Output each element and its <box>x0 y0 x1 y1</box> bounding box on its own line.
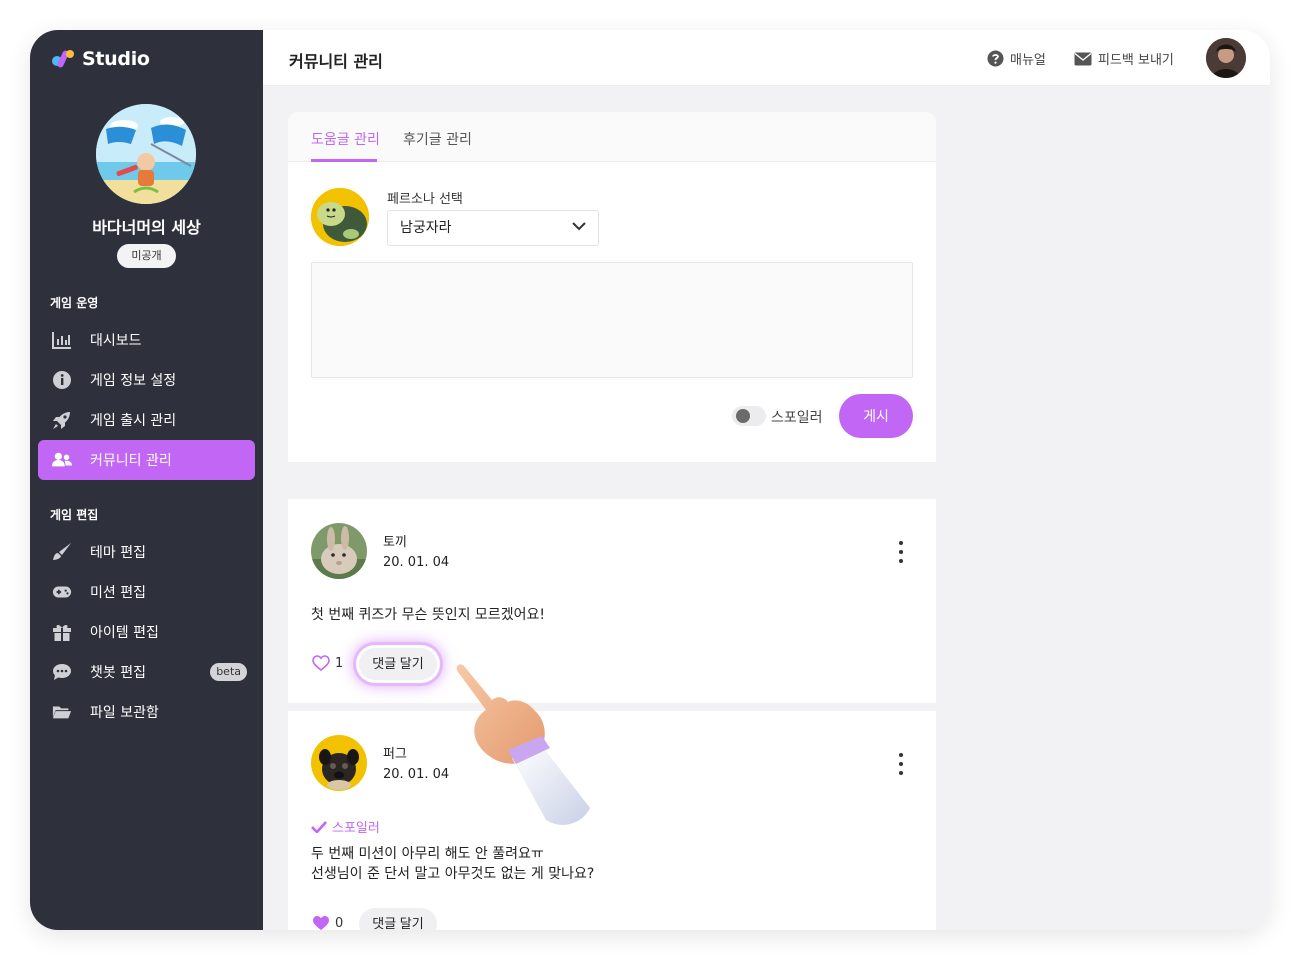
info-icon <box>52 370 72 390</box>
sidebar-item-theme[interactable]: 테마 편집 <box>38 532 255 572</box>
users-icon <box>52 450 72 470</box>
game-thumbnail[interactable] <box>96 104 196 204</box>
post-body-line: 첫 번째 퀴즈가 무슨 뜻인지 모르겠어요! <box>311 607 545 623</box>
post-card: 토끼 20. 01. 04 첫 번째 퀴즈가 무슨 뜻인지 모르겠어요! 1 댓… <box>288 499 936 703</box>
sidebar-item-community[interactable]: 커뮤니티 관리 <box>38 440 255 480</box>
more-options-icon[interactable] <box>896 541 906 563</box>
pointing-hand-icon <box>456 664 590 825</box>
gift-icon <box>52 622 72 642</box>
rabbit-image <box>311 523 367 579</box>
envelope-icon <box>1074 52 1092 65</box>
brush-icon <box>52 542 72 562</box>
chat-icon <box>52 662 72 682</box>
heart-outline-icon[interactable] <box>312 655 330 671</box>
sidebar-item-label: 파일 보관함 <box>90 705 159 721</box>
like-count: 1 <box>335 656 344 671</box>
manual-link[interactable]: 매뉴얼 <box>987 49 1046 68</box>
tab-bar: 도움글 관리 후기글 관리 <box>288 112 936 162</box>
author-avatar <box>311 735 367 791</box>
post-card: 퍼그 20. 01. 04 스포일러 두 번째 미션이 아무리 해도 안 풀려요… <box>288 711 936 930</box>
post-body-line: 선생님이 준 단서 말고 아무것도 없는 게 맞나요? <box>311 866 595 882</box>
sidebar-item-label: 대시보드 <box>90 333 142 349</box>
feedback-link[interactable]: 피드백 보내기 <box>1074 49 1174 68</box>
beta-badge: beta <box>210 663 247 681</box>
post-date: 20. 01. 04 <box>383 555 450 570</box>
chevron-down-icon <box>572 222 586 231</box>
post-author: 토끼 <box>383 535 407 550</box>
spoiler-tag: 스포일러 <box>311 817 380 836</box>
toggle-knob <box>736 409 750 423</box>
post-textarea[interactable] <box>311 262 913 378</box>
sidebar: Studio 바다너머의 세상 미공개 게임 운영 대시보드 게임 정보 설정 … <box>30 30 263 930</box>
sidebar-item-label: 미션 편집 <box>90 585 146 601</box>
sidebar-item-files[interactable]: 파일 보관함 <box>38 692 255 732</box>
feedback-label: 피드백 보내기 <box>1098 53 1174 68</box>
post-composer: 페르소나 선택 남궁자라 스포일러 게시 <box>288 162 936 462</box>
gamepad-icon <box>52 582 72 602</box>
game-name: 바다너머의 세상 <box>92 218 201 237</box>
persona-avatar <box>311 188 369 246</box>
sidebar-item-chatbot[interactable]: 챗봇 편집 beta <box>38 652 255 692</box>
check-icon <box>311 820 327 833</box>
heart-filled-icon[interactable] <box>312 915 330 930</box>
post-body-line: 두 번째 미션이 아무리 해도 안 풀려요ㅠ <box>311 846 544 862</box>
post-author: 퍼그 <box>383 747 407 762</box>
more-options-icon[interactable] <box>896 753 906 775</box>
user-avatar[interactable] <box>1206 38 1246 78</box>
app-window: Studio 바다너머의 세상 미공개 게임 운영 대시보드 게임 정보 설정 … <box>30 30 1270 930</box>
like-count: 0 <box>335 916 344 930</box>
post-date: 20. 01. 04 <box>383 767 450 782</box>
post-button[interactable]: 게시 <box>839 394 913 438</box>
studio-logo[interactable]: Studio <box>50 46 150 72</box>
bar-chart-icon <box>52 330 72 350</box>
sidebar-item-mission[interactable]: 미션 편집 <box>38 572 255 612</box>
visibility-badge: 미공개 <box>117 244 176 268</box>
top-bar: 커뮤니티 관리 매뉴얼 피드백 보내기 <box>263 30 1270 86</box>
sidebar-item-label: 게임 출시 관리 <box>90 413 177 429</box>
sidebar-item-dashboard[interactable]: 대시보드 <box>38 320 255 360</box>
section-title-operation: 게임 운영 <box>50 296 99 310</box>
pug-image <box>311 735 367 791</box>
persona-select[interactable]: 남궁자라 <box>387 210 599 246</box>
sidebar-item-release[interactable]: 게임 출시 관리 <box>38 400 255 440</box>
tab-review-posts[interactable]: 후기글 관리 <box>403 129 472 149</box>
spoiler-tag-label: 스포일러 <box>332 821 380 836</box>
spoiler-toggle-label: 스포일러 <box>771 410 823 426</box>
folder-icon <box>52 702 72 722</box>
reply-button[interactable]: 댓글 달기 <box>359 648 437 680</box>
sidebar-item-label: 아이템 편집 <box>90 625 159 641</box>
author-avatar <box>311 523 367 579</box>
spoiler-toggle[interactable] <box>732 406 766 426</box>
help-icon <box>987 50 1004 67</box>
sidebar-item-label: 게임 정보 설정 <box>90 373 177 389</box>
persona-selected-value: 남궁자라 <box>400 220 452 236</box>
logo-text: Studio <box>82 48 150 70</box>
turtle-image <box>311 188 369 246</box>
sidebar-item-label: 테마 편집 <box>90 545 146 561</box>
manual-label: 매뉴얼 <box>1010 53 1046 68</box>
user-photo <box>1206 38 1246 78</box>
persona-label: 페르소나 선택 <box>387 192 463 207</box>
sidebar-item-game-info[interactable]: 게임 정보 설정 <box>38 360 255 400</box>
section-title-editing: 게임 편집 <box>50 508 99 522</box>
sidebar-item-label: 커뮤니티 관리 <box>90 453 172 469</box>
community-card: 도움글 관리 후기글 관리 페르소나 선택 남궁자라 스포일러 게시 토끼 20… <box>288 112 936 930</box>
rocket-icon <box>52 410 72 430</box>
studio-logo-icon <box>52 50 74 68</box>
game-thumbnail-image <box>96 104 196 204</box>
sidebar-item-item[interactable]: 아이템 편집 <box>38 612 255 652</box>
tab-help-posts[interactable]: 도움글 관리 <box>311 129 380 149</box>
page-title: 커뮤니티 관리 <box>289 52 383 71</box>
sidebar-item-label: 챗봇 편집 <box>90 665 146 681</box>
reply-button[interactable]: 댓글 달기 <box>359 908 437 930</box>
